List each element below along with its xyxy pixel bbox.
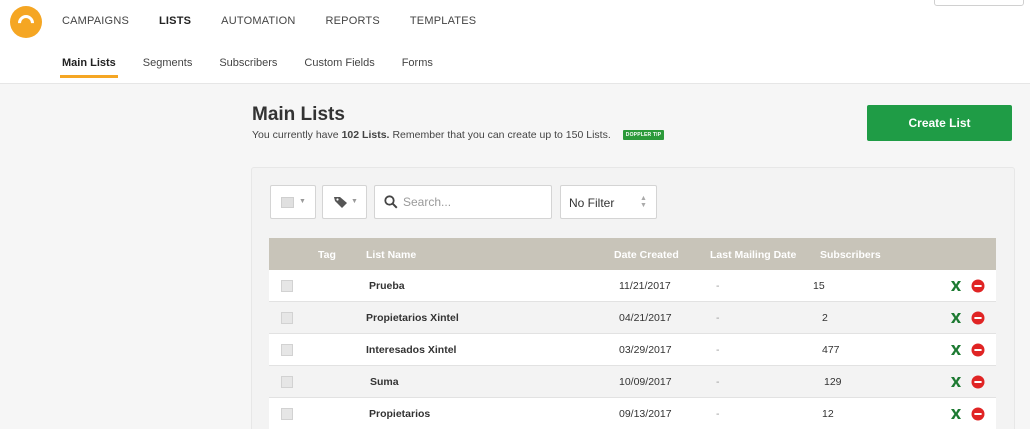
export-excel-icon[interactable]: [949, 343, 963, 357]
subscriber-count: 2: [822, 312, 828, 324]
select-arrows-icon: ▲ ▼: [640, 195, 647, 209]
subnav-custom-fields[interactable]: Custom Fields: [304, 57, 374, 78]
create-list-button[interactable]: Create List: [867, 105, 1012, 141]
column-header-list-name[interactable]: List Name: [366, 249, 416, 261]
subnav-subscribers[interactable]: Subscribers: [219, 57, 277, 78]
delete-icon[interactable]: [971, 343, 985, 357]
nav-lists[interactable]: LISTS: [159, 15, 191, 27]
last-mailing-date: -: [716, 344, 720, 356]
select-all-dropdown[interactable]: ▼: [270, 185, 316, 219]
caret-down-icon: ▼: [351, 198, 358, 205]
subscriber-count: 477: [822, 344, 840, 356]
date-created: 04/21/2017: [619, 312, 672, 324]
subscriber-count: 12: [822, 408, 834, 420]
row-checkbox[interactable]: [281, 312, 293, 324]
nav-templates[interactable]: TEMPLATES: [410, 15, 476, 27]
table-header: Tag List Name Date Created Last Mailing …: [269, 238, 996, 270]
last-mailing-date: -: [716, 376, 720, 388]
search-icon: [384, 195, 398, 209]
select-all-checkbox[interactable]: [281, 197, 294, 208]
nav-automation[interactable]: AUTOMATION: [221, 15, 295, 27]
top-bar: CAMPAIGNS LISTS AUTOMATION REPORTS TEMPL…: [0, 0, 1030, 84]
row-checkbox[interactable]: [281, 280, 293, 292]
row-checkbox[interactable]: [281, 408, 293, 420]
list-name[interactable]: Interesados Xintel: [366, 344, 456, 356]
filter-value: No Filter: [569, 196, 615, 210]
column-header-tag[interactable]: Tag: [318, 249, 336, 261]
delete-icon[interactable]: [971, 375, 985, 389]
table-row[interactable]: Suma 10/09/2017 - 129: [269, 366, 996, 398]
delete-icon[interactable]: [971, 279, 985, 293]
search-input[interactable]: [403, 193, 543, 211]
last-mailing-date: -: [716, 312, 720, 324]
last-mailing-date: -: [716, 408, 720, 420]
row-checkbox[interactable]: [281, 344, 293, 356]
search-box[interactable]: [374, 185, 552, 219]
caret-down-icon: ▼: [299, 198, 306, 205]
subtitle-suffix: Remember that you can create up to 150 L…: [392, 129, 611, 141]
subscriber-count: 15: [813, 280, 825, 292]
tag-icon: [334, 197, 347, 208]
page-subtitle: You currently have 102 Lists. Remember t…: [252, 129, 665, 141]
account-menu-box[interactable]: [934, 0, 1024, 6]
tag-dropdown[interactable]: ▼: [322, 185, 367, 219]
doppler-tip-badge[interactable]: DOPPLER TIP: [622, 130, 665, 140]
subnav-segments[interactable]: Segments: [143, 57, 193, 78]
subnav-main-lists[interactable]: Main Lists: [60, 57, 118, 78]
delete-icon[interactable]: [971, 407, 985, 421]
nav-reports[interactable]: REPORTS: [326, 15, 380, 27]
filter-select[interactable]: No Filter ▲ ▼: [560, 185, 657, 219]
export-excel-icon[interactable]: [949, 279, 963, 293]
main-nav: CAMPAIGNS LISTS AUTOMATION REPORTS TEMPL…: [62, 15, 506, 27]
list-name[interactable]: Prueba: [369, 280, 405, 292]
export-excel-icon[interactable]: [949, 311, 963, 325]
column-header-date-created[interactable]: Date Created: [614, 249, 679, 261]
table-row[interactable]: Prueba 11/21/2017 - 15: [269, 270, 996, 302]
page-title: Main Lists: [252, 104, 345, 125]
export-excel-icon[interactable]: [949, 407, 963, 421]
date-created: 10/09/2017: [619, 376, 672, 388]
table-row[interactable]: Propietarios Xintel 04/21/2017 - 2: [269, 302, 996, 334]
last-mailing-date: -: [716, 280, 720, 292]
delete-icon[interactable]: [971, 311, 985, 325]
table-row[interactable]: Interesados Xintel 03/29/2017 - 477: [269, 334, 996, 366]
row-checkbox[interactable]: [281, 376, 293, 388]
list-count: 102 Lists.: [341, 129, 390, 141]
date-created: 11/21/2017: [619, 280, 671, 292]
date-created: 03/29/2017: [619, 344, 672, 356]
subtitle-prefix: You currently have: [252, 129, 339, 141]
list-name[interactable]: Propietarios: [369, 408, 430, 420]
list-name[interactable]: Propietarios Xintel: [366, 312, 459, 324]
table-row[interactable]: Propietarios 09/13/2017 - 12: [269, 398, 996, 429]
sub-nav: Main Lists Segments Subscribers Custom F…: [60, 57, 460, 78]
doppler-logo-icon[interactable]: [10, 6, 42, 38]
column-header-last-mailing-date[interactable]: Last Mailing Date: [710, 249, 796, 261]
date-created: 09/13/2017: [619, 408, 672, 420]
subscriber-count: 129: [824, 376, 842, 388]
list-name[interactable]: Suma: [370, 376, 399, 388]
nav-campaigns[interactable]: CAMPAIGNS: [62, 15, 129, 27]
export-excel-icon[interactable]: [949, 375, 963, 389]
column-header-subscribers[interactable]: Subscribers: [820, 249, 881, 261]
subnav-forms[interactable]: Forms: [402, 57, 433, 78]
